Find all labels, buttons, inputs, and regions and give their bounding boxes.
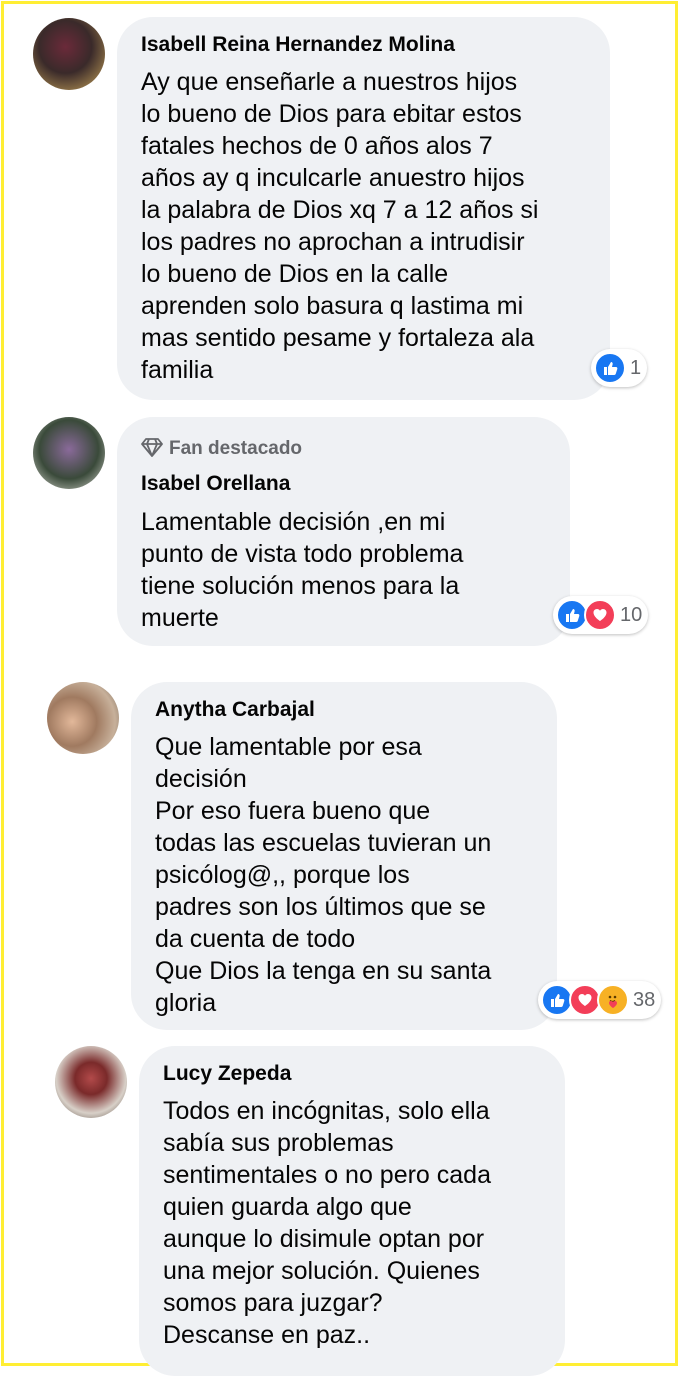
- comment-bubble: Isabell Reina Hernandez Molina Ay que en…: [117, 17, 610, 400]
- comment-bubble: Lucy Zepeda Todos en incógnitas, solo el…: [139, 1046, 565, 1376]
- like-icon: [594, 352, 626, 384]
- love-icon: [584, 599, 616, 631]
- reaction-summary[interactable]: 38: [538, 981, 662, 1019]
- comment-bubble: Anytha Carbajal Que lamentable por esa d…: [131, 682, 557, 1030]
- comment-text: Que lamentable por esa decisión Por eso …: [155, 733, 492, 1017]
- comment-author[interactable]: Isabell Reina Hernandez Molina: [141, 33, 455, 57]
- avatar[interactable]: [33, 18, 105, 90]
- comment-author[interactable]: Isabel Orellana: [141, 472, 290, 496]
- avatar[interactable]: [33, 417, 105, 489]
- avatar[interactable]: [55, 1046, 127, 1118]
- care-icon: [597, 984, 629, 1016]
- comment-bubble: Fan destacado Isabel Orellana Lamentable…: [117, 417, 570, 646]
- diamond-icon: [141, 437, 163, 463]
- top-fan-badge[interactable]: Fan destacado: [141, 437, 302, 463]
- reaction-count: 10: [620, 603, 643, 626]
- comment-text: Ay que enseñarle a nuestros hijos lo bue…: [141, 68, 539, 384]
- reaction-count: 1: [630, 356, 642, 379]
- comment-text: Todos en incógnitas, solo ella sabía sus…: [163, 1097, 491, 1349]
- avatar[interactable]: [47, 682, 119, 754]
- reaction-summary[interactable]: 10: [553, 596, 649, 634]
- badge-label: Fan destacado: [169, 438, 303, 459]
- comment-author[interactable]: Lucy Zepeda: [163, 1062, 291, 1086]
- reaction-count: 38: [633, 988, 656, 1011]
- reaction-summary[interactable]: 1: [591, 349, 648, 387]
- comment-author[interactable]: Anytha Carbajal: [155, 698, 315, 722]
- comment-text: Lamentable decisión ,en mi punto de vist…: [141, 508, 464, 632]
